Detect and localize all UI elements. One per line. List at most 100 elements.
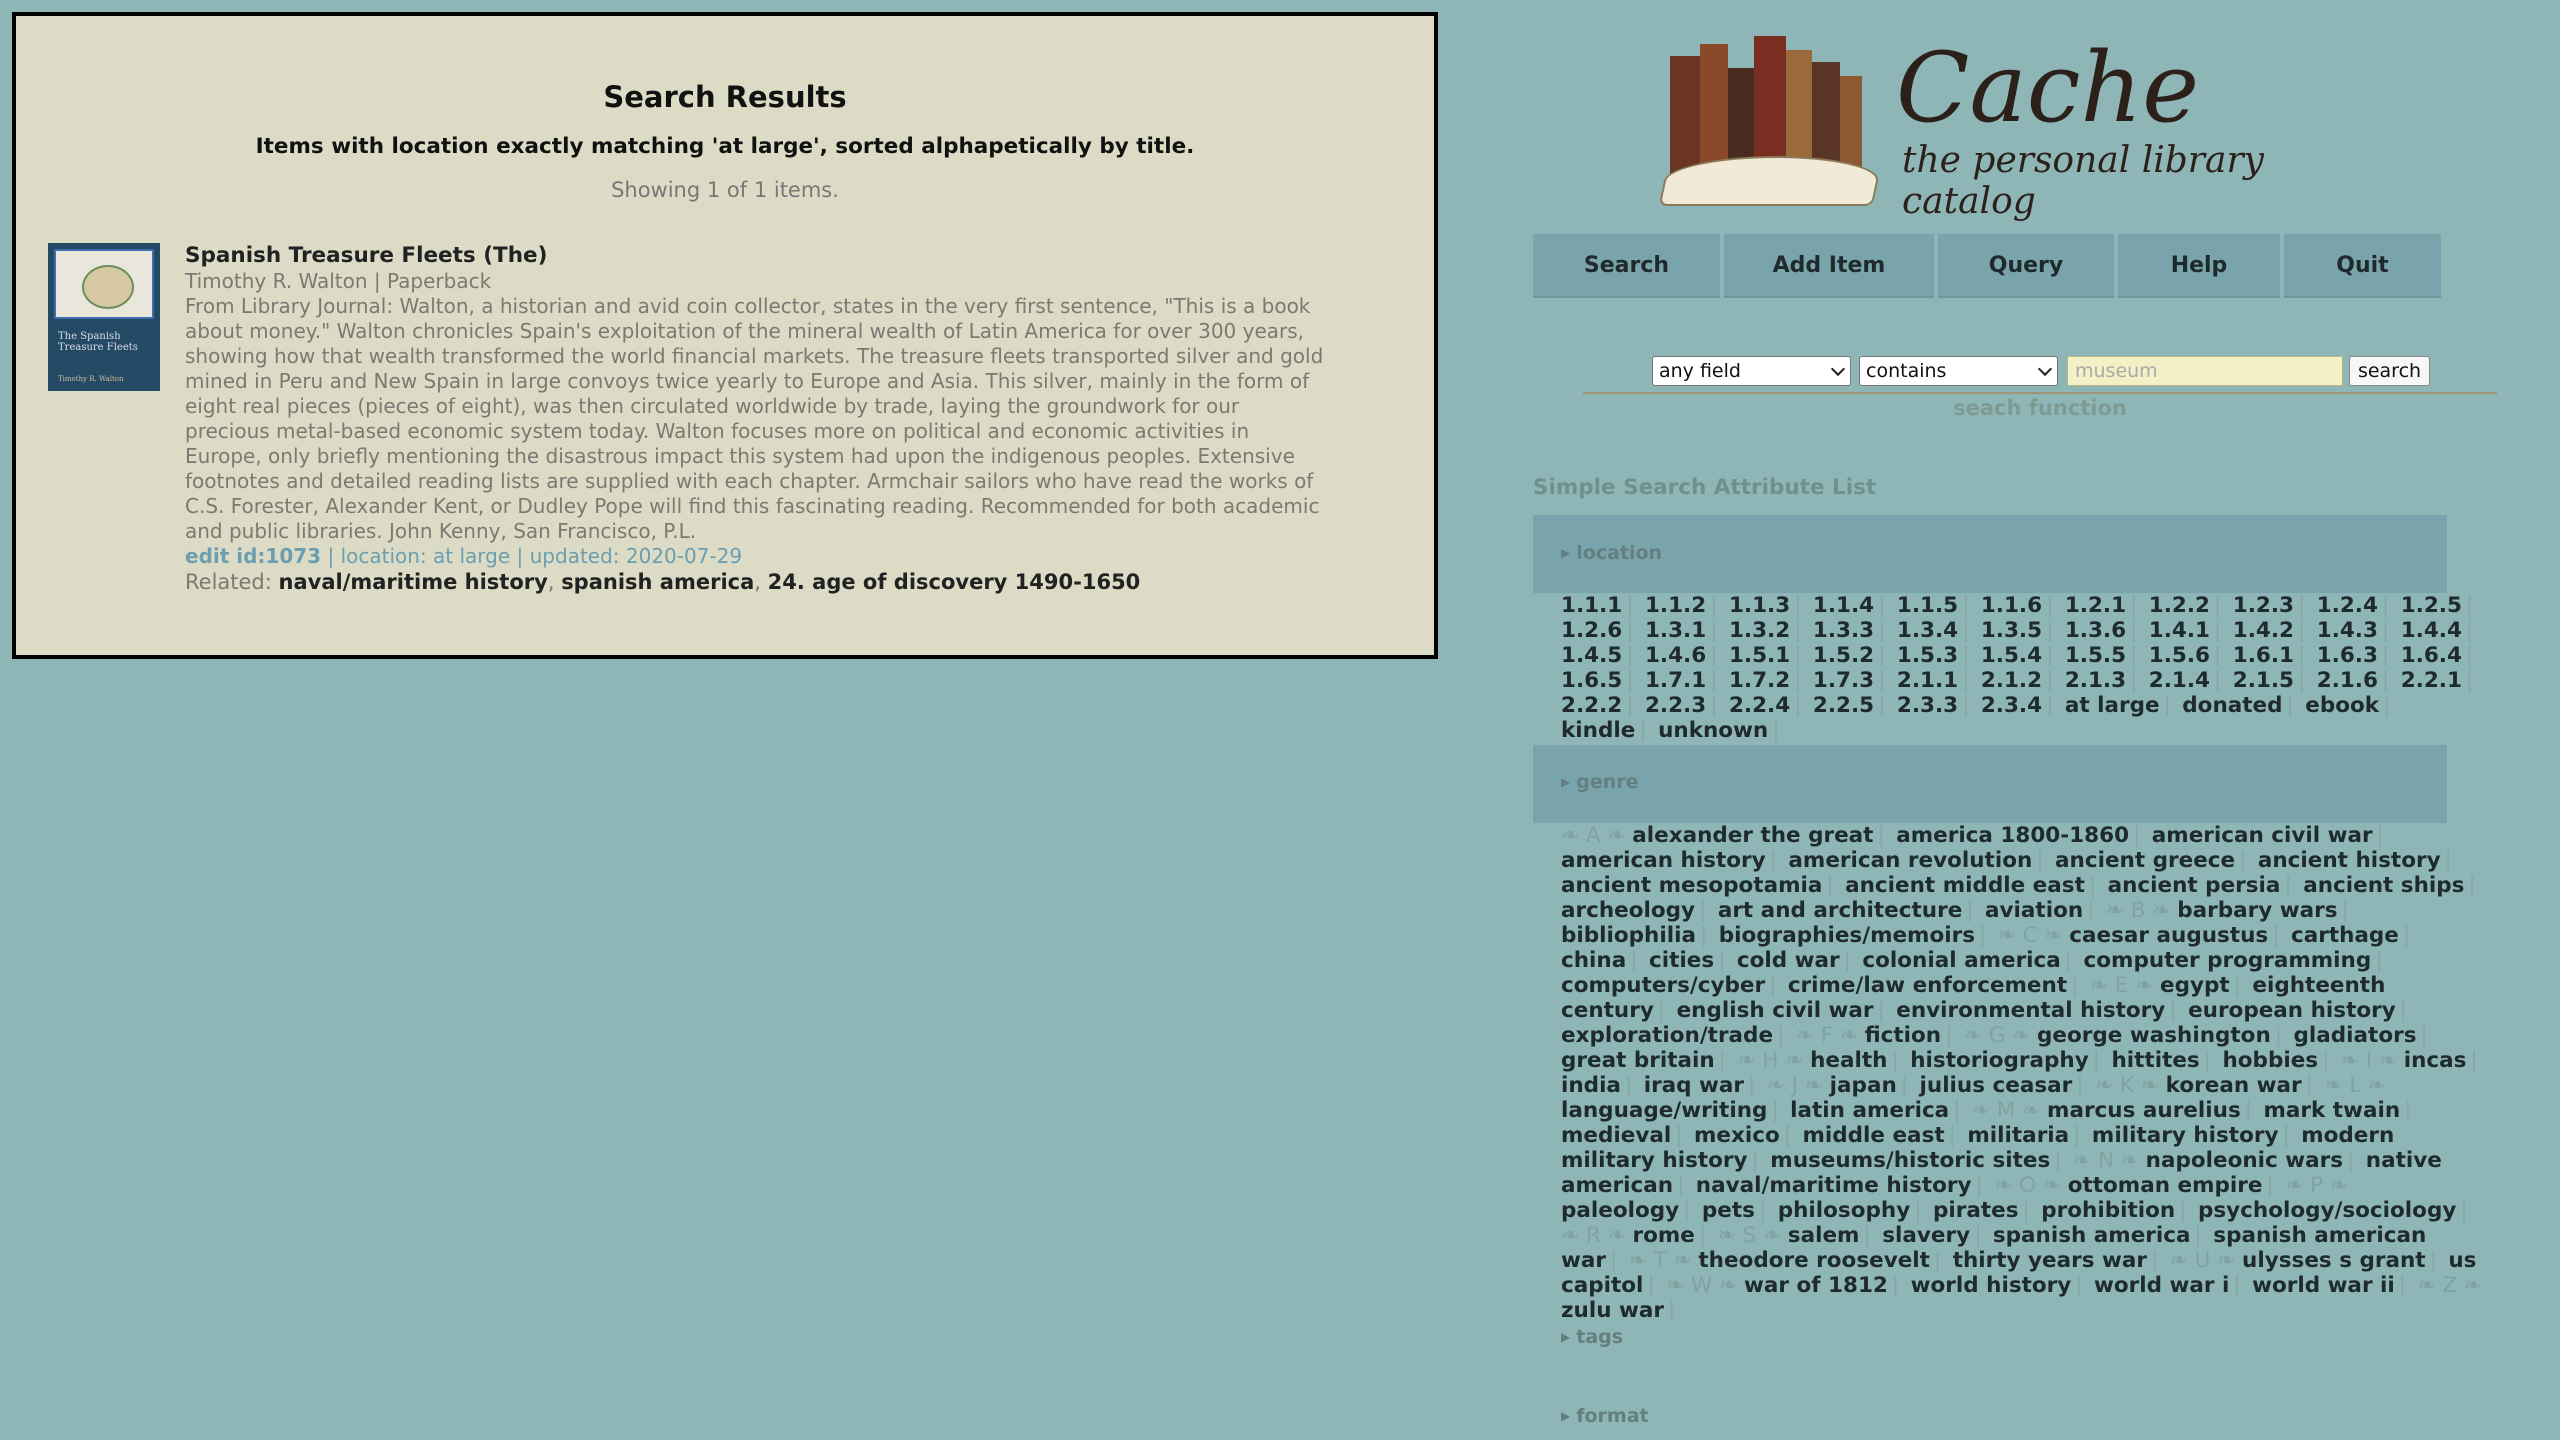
attribute-link[interactable]: japan xyxy=(1830,1073,1897,1098)
attribute-link[interactable]: historiography xyxy=(1910,1048,2088,1073)
operator-select[interactable]: contains xyxy=(1859,356,2058,386)
attribute-link[interactable]: exploration/trade xyxy=(1561,1023,1773,1048)
attribute-link[interactable]: kindle xyxy=(1561,718,1635,743)
attribute-link[interactable]: computers/cyber xyxy=(1561,973,1765,998)
attribute-link[interactable]: crime/law enforcement xyxy=(1788,973,2067,998)
attribute-link[interactable]: 2.3.4 xyxy=(1981,693,2042,718)
attribute-link[interactable]: 1.4.4 xyxy=(2401,618,2462,643)
attribute-link[interactable]: theodore roosevelt xyxy=(1698,1248,1930,1273)
field-select[interactable]: any field xyxy=(1652,356,1851,386)
nav-query-button[interactable]: Query xyxy=(1938,234,2114,298)
attribute-link[interactable]: george washington xyxy=(2037,1023,2271,1048)
attribute-link[interactable]: 1.1.1 xyxy=(1561,593,1622,618)
attribute-link[interactable]: ebook xyxy=(2305,693,2379,718)
attribute-link[interactable]: gladiators xyxy=(2294,1023,2417,1048)
genre-toggle[interactable]: ▶ genre xyxy=(1561,771,1639,793)
attribute-link[interactable]: thirty years war xyxy=(1953,1248,2147,1273)
attribute-link[interactable]: 1.2.6 xyxy=(1561,618,1622,643)
attribute-link[interactable]: 1.7.1 xyxy=(1645,668,1706,693)
attribute-link[interactable]: 1.4.6 xyxy=(1645,643,1706,668)
attribute-link[interactable]: cold war xyxy=(1737,948,1840,973)
attribute-link[interactable]: latin america xyxy=(1790,1098,1949,1123)
attribute-link[interactable]: militaria xyxy=(1967,1123,2069,1148)
attribute-link[interactable]: naval/maritime history xyxy=(1696,1173,1972,1198)
attribute-link[interactable]: 1.3.1 xyxy=(1645,618,1706,643)
nav-quit-button[interactable]: Quit xyxy=(2284,234,2441,298)
attribute-link[interactable]: hittites xyxy=(2111,1048,2199,1073)
search-button[interactable]: search xyxy=(2349,356,2430,386)
attribute-link[interactable]: 2.2.4 xyxy=(1729,693,1790,718)
attribute-link[interactable]: paleology xyxy=(1561,1198,1679,1223)
format-toggle[interactable]: ▶ format xyxy=(1561,1405,1649,1427)
attribute-link[interactable]: great britain xyxy=(1561,1048,1715,1073)
attribute-link[interactable]: cities xyxy=(1649,948,1714,973)
attribute-link[interactable]: napoleonic wars xyxy=(2146,1148,2343,1173)
attribute-link[interactable]: 2.1.2 xyxy=(1981,668,2042,693)
attribute-link[interactable]: ancient history xyxy=(2258,848,2441,873)
attribute-link[interactable]: language/writing xyxy=(1561,1098,1767,1123)
related-link[interactable]: 24. age of discovery 1490-1650 xyxy=(768,570,1141,594)
attribute-link[interactable]: 2.1.4 xyxy=(2149,668,2210,693)
attribute-link[interactable]: julius ceasar xyxy=(1920,1073,2073,1098)
attribute-link[interactable]: world war i xyxy=(2094,1273,2229,1298)
attribute-link[interactable]: 2.1.6 xyxy=(2317,668,2378,693)
attribute-link[interactable]: 1.2.5 xyxy=(2401,593,2462,618)
nav-help-button[interactable]: Help xyxy=(2118,234,2280,298)
attribute-link[interactable]: 1.4.1 xyxy=(2149,618,2210,643)
attribute-link[interactable]: 1.6.5 xyxy=(1561,668,1622,693)
attribute-link[interactable]: 1.5.6 xyxy=(2149,643,2210,668)
attribute-link[interactable]: ancient ships xyxy=(2303,873,2464,898)
tags-toggle[interactable]: ▶ tags xyxy=(1561,1326,1623,1348)
attribute-link[interactable]: medieval xyxy=(1561,1123,1671,1148)
nav-add-item-button[interactable]: Add Item xyxy=(1724,234,1934,298)
attribute-link[interactable]: 1.2.2 xyxy=(2149,593,2210,618)
attribute-link[interactable]: hobbies xyxy=(2222,1048,2318,1073)
attribute-link[interactable]: world history xyxy=(1911,1273,2072,1298)
attribute-link[interactable]: 2.3.3 xyxy=(1897,693,1958,718)
attribute-link[interactable]: 1.1.5 xyxy=(1897,593,1958,618)
attribute-link[interactable]: 1.3.3 xyxy=(1813,618,1874,643)
attribute-link[interactable]: zulu war xyxy=(1561,1298,1664,1323)
attribute-link[interactable]: ancient persia xyxy=(2108,873,2281,898)
attribute-link[interactable]: slavery xyxy=(1882,1223,1970,1248)
attribute-link[interactable]: english civil war xyxy=(1677,998,1874,1023)
attribute-link[interactable]: museums/historic sites xyxy=(1770,1148,2050,1173)
nav-search-button[interactable]: Search xyxy=(1533,234,1720,298)
attribute-link[interactable]: 1.4.3 xyxy=(2317,618,2378,643)
attribute-link[interactable]: caesar augustus xyxy=(2069,923,2268,948)
attribute-link[interactable]: colonial america xyxy=(1862,948,2060,973)
attribute-link[interactable]: world war ii xyxy=(2252,1273,2395,1298)
attribute-link[interactable]: 2.2.5 xyxy=(1813,693,1874,718)
attribute-link[interactable]: art and architecture xyxy=(1718,898,1962,923)
attribute-link[interactable]: iraq war xyxy=(1644,1073,1744,1098)
attribute-link[interactable]: philosophy xyxy=(1778,1198,1911,1223)
attribute-link[interactable]: 1.4.5 xyxy=(1561,643,1622,668)
attribute-link[interactable]: 1.2.1 xyxy=(2065,593,2126,618)
attribute-link[interactable]: 2.2.3 xyxy=(1645,693,1706,718)
attribute-link[interactable]: barbary wars xyxy=(2177,898,2337,923)
attribute-link[interactable]: fiction xyxy=(1865,1023,1941,1048)
attribute-link[interactable]: 1.5.3 xyxy=(1897,643,1958,668)
attribute-link[interactable]: 1.7.2 xyxy=(1729,668,1790,693)
attribute-link[interactable]: ottoman empire xyxy=(2068,1173,2263,1198)
attribute-link[interactable]: american history xyxy=(1561,848,1766,873)
attribute-link[interactable]: incas xyxy=(2404,1048,2467,1073)
attribute-link[interactable]: european history xyxy=(2188,998,2396,1023)
attribute-link[interactable]: war of 1812 xyxy=(1744,1273,1888,1298)
attribute-link[interactable]: america 1800-1860 xyxy=(1896,823,2129,848)
attribute-link[interactable]: spanish america xyxy=(1993,1223,2191,1248)
attribute-link[interactable]: 1.3.5 xyxy=(1981,618,2042,643)
attribute-link[interactable]: 1.5.5 xyxy=(2065,643,2126,668)
attribute-link[interactable]: korean war xyxy=(2166,1073,2302,1098)
attribute-link[interactable]: computer programming xyxy=(2084,948,2372,973)
item-title[interactable]: Spanish Treasure Fleets (The) xyxy=(185,243,1325,269)
attribute-link[interactable]: 1.1.6 xyxy=(1981,593,2042,618)
attribute-link[interactable]: alexander the great xyxy=(1632,823,1873,848)
attribute-link[interactable]: 2.1.5 xyxy=(2233,668,2294,693)
attribute-link[interactable]: environmental history xyxy=(1896,998,2165,1023)
attribute-link[interactable]: aviation xyxy=(1985,898,2083,923)
attribute-link[interactable]: egypt xyxy=(2160,973,2230,998)
attribute-link[interactable]: 1.5.4 xyxy=(1981,643,2042,668)
location-toggle[interactable]: ▶ location xyxy=(1561,542,1662,564)
attribute-link[interactable]: 1.4.2 xyxy=(2233,618,2294,643)
